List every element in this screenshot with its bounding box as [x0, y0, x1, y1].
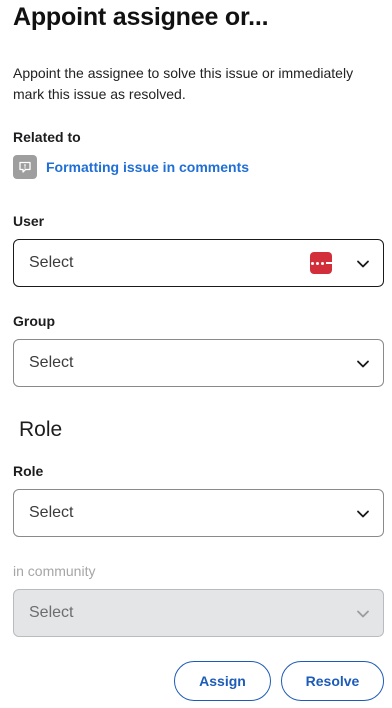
role-section-heading: Role [19, 418, 63, 441]
chevron-down-icon [357, 360, 369, 368]
assign-button[interactable]: Assign [174, 661, 271, 701]
community-select-value: Select [29, 604, 74, 621]
group-select[interactable]: Select [13, 339, 384, 387]
resolve-button[interactable]: Resolve [281, 661, 384, 701]
role-label: Role [13, 463, 44, 479]
community-label: in community [13, 563, 96, 579]
group-select-value: Select [29, 354, 74, 371]
appoint-assignee-dialog: Appoint assignee or... Appoint the assig… [0, 0, 392, 708]
password-manager-icon[interactable] [310, 252, 332, 274]
chevron-down-icon [357, 610, 369, 618]
user-select[interactable]: Select [13, 239, 384, 287]
comment-issue-icon [13, 155, 37, 179]
chevron-down-icon [357, 510, 369, 518]
dialog-title: Appoint assignee or... [13, 3, 269, 31]
related-to-label: Related to [13, 129, 81, 145]
dialog-description: Appoint the assignee to solve this issue… [13, 65, 354, 102]
community-select: Select [13, 589, 384, 637]
role-select-value: Select [29, 504, 74, 521]
chevron-down-icon [357, 260, 369, 268]
related-issue: Formatting issue in comments [13, 155, 249, 179]
role-select[interactable]: Select [13, 489, 384, 537]
group-label: Group [13, 313, 55, 329]
user-select-value: Select [29, 254, 74, 271]
related-issue-link[interactable]: Formatting issue in comments [46, 159, 249, 175]
user-label: User [13, 213, 45, 229]
